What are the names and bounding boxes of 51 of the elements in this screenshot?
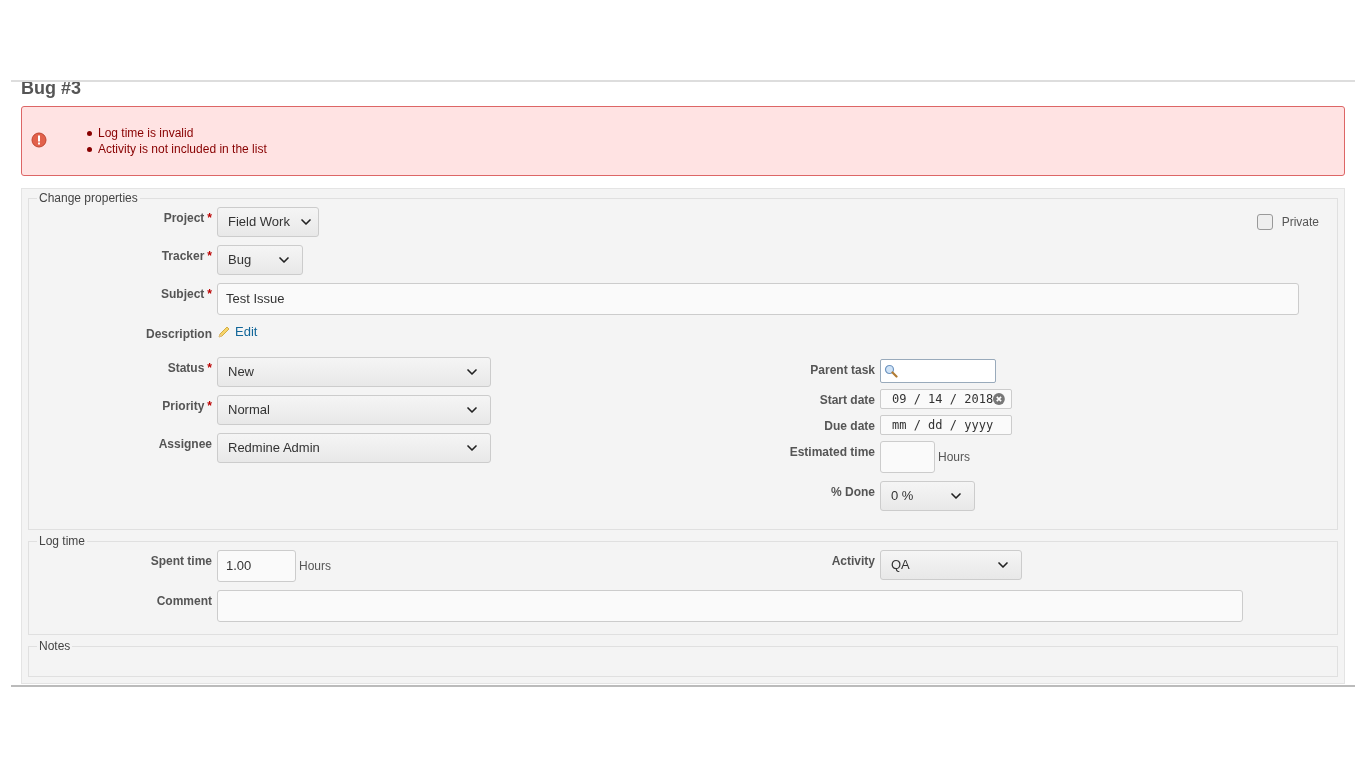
field-label: Tracker [161,248,205,265]
error-icon [31,132,47,148]
field-label: Priority [162,398,205,415]
bullet-icon [87,146,92,152]
private-checkbox[interactable] [1256,214,1273,230]
date-field[interactable]: 09 / 14 / 2018 [880,389,1012,409]
select-dropdown[interactable]: Normal [217,395,491,425]
field-label: Assignee [158,436,212,453]
select-dropdown[interactable]: 0 % [880,481,975,511]
pencil-icon [217,325,231,339]
select-dropdown[interactable]: QA [880,550,1022,580]
select-dropdown[interactable]: Bug [217,245,303,275]
search-field[interactable] [880,359,996,383]
field-label: Description [146,326,212,343]
select-dropdown[interactable]: Redmine Admin [217,433,491,463]
bullet-icon [87,130,92,136]
issue-title: Bug #3 [21,82,82,98]
unit-label: Hours [938,449,970,466]
unit-label: Hours [299,558,331,575]
required-mark: * [207,286,212,303]
field-label: % Done [831,484,875,501]
checkbox-label: Private [1281,214,1319,231]
field-label: Parent task [810,362,875,379]
field-label: Project [163,210,205,227]
number-input[interactable]: 1.00 [217,550,296,582]
field-label: Spent time [150,553,212,570]
error-message: Activity is not included in the list [98,141,267,157]
field-label: Start date [819,392,875,409]
error-message: Log time is invalid [98,125,194,141]
select-dropdown[interactable]: New [217,357,491,387]
required-mark: * [207,210,212,227]
section-legend: Notes [37,637,73,655]
required-mark: * [207,248,212,265]
text-input[interactable] [217,590,1243,622]
field-label: Activity [831,553,875,570]
required-mark: * [207,398,212,415]
select-dropdown[interactable]: Field Work [217,207,319,237]
field-label: Due date [824,418,875,435]
clear-icon[interactable] [993,393,1005,405]
required-mark: * [207,360,212,377]
field-label: Status [167,360,205,377]
text-input[interactable]: Test Issue [217,283,1299,315]
number-input[interactable] [880,441,935,473]
section-legend: Log time [37,532,88,550]
edit-link[interactable]: Edit [235,322,258,342]
search-icon [884,364,898,378]
field-label: Estimated time [789,444,875,461]
date-field[interactable]: mm / dd / yyyy [880,415,1012,435]
section-legend: Change properties [37,189,140,207]
field-label: Comment [156,593,212,610]
field-label: Subject [161,286,205,303]
